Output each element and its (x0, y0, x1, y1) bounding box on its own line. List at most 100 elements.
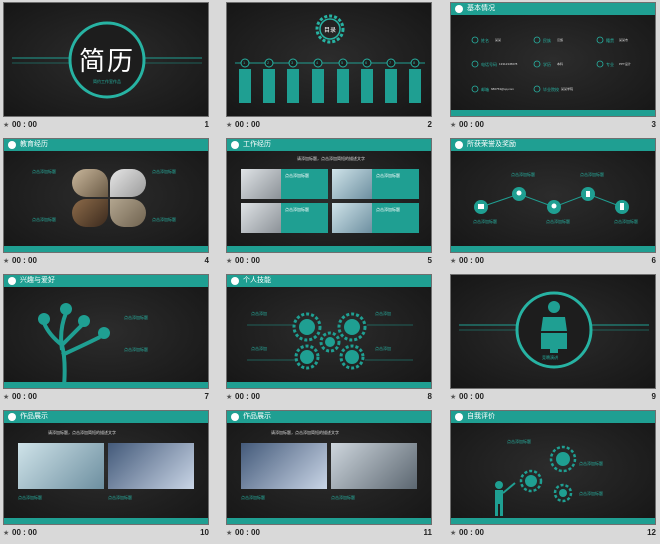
slide-timing: 00 : 00 (459, 392, 484, 401)
skill-gears (247, 312, 413, 370)
card-title: 点击添加标题 (32, 217, 56, 222)
slide-subtitle: 简约工作室作品 (93, 79, 121, 84)
self-eval-graphic (495, 445, 577, 516)
slide-timing: 00 : 00 (12, 256, 37, 265)
slide-thumbnail-9[interactable]: 竞聘演讲 ★ 00 : 00 9 (450, 274, 660, 408)
slide-thumbnail-5[interactable]: 工作经历 请添加标题，点击添加简短的描述文字 点击添加标题 点击添加标题 点击添… (226, 138, 436, 272)
slide-canvas: 作品展示 请添加标题，点击添加简短的描述文字 点击添加标题 点击添加标题 (226, 410, 432, 525)
slide-thumbnail-7[interactable]: 兴趣与爱好 点击添加标题 点击添加标题 ★ 00 : 00 7 (3, 274, 213, 408)
photo-work-3 (241, 443, 327, 489)
header-icon (231, 141, 239, 149)
slide-thumbnail-3[interactable]: 基本情况 姓名 某某 民族 汉族 籍贯 某某市 电话号码 13312345678… (450, 2, 660, 136)
photo-work-4 (331, 443, 417, 489)
slide-timing: 00 : 00 (12, 392, 37, 401)
slide-number: 3 (651, 120, 656, 129)
slide-timing: 00 : 00 (12, 528, 37, 537)
bottom-bar (4, 518, 208, 524)
bottom-bar (451, 518, 655, 524)
slide-footer: ★ 00 : 00 7 (3, 391, 213, 405)
slide-title: 简历 (78, 47, 135, 77)
slide-number: 8 (427, 392, 432, 401)
slide-canvas: 竞聘演讲 (450, 274, 656, 389)
transition-star-icon[interactable]: ★ (226, 121, 232, 129)
slide-thumbnail-8[interactable]: 个人技能 点击添加 点击添加 点击添加 点击添加 ★ 00 : 00 8 (226, 274, 436, 408)
speech-graphic (459, 291, 649, 369)
slide-header: 作品展示 (4, 411, 208, 423)
bottom-bar (451, 110, 655, 116)
transition-star-icon[interactable]: ★ (226, 393, 232, 401)
photo-group (332, 203, 372, 233)
slide-thumbnail-6[interactable]: 所获荣誉及奖励 点击添加标题 点击添加标题 点击添加标题 点击添加标题 点击添加… (450, 138, 660, 272)
slide-footer: ★ 00 : 00 5 (226, 255, 436, 269)
photo-handshake (332, 169, 372, 199)
slide-canvas: 作品展示 请添加标题，点击添加简短的描述文字 点击添加标题 点击添加标题 (3, 410, 209, 525)
slide-thumbnail-4[interactable]: 教育经历 点击添加标题 点击添加标题 点击添加标题 点击添加标题 ★ 00 : … (3, 138, 213, 272)
transition-star-icon[interactable]: ★ (3, 393, 9, 401)
intro-text: 请添加标题，点击添加简短的描述文字 (297, 156, 365, 161)
transition-star-icon[interactable]: ★ (450, 529, 456, 537)
slide-thumbnail-2[interactable]: 目录 1 2 3 4 5 6 7 8 ★ 00 : 00 2 (226, 2, 436, 136)
transition-star-icon[interactable]: ★ (3, 257, 9, 265)
slide-thumbnail-12[interactable]: 自我评价 点击添加标题 点击添加标题 点击添加标题 ★ 00 : 00 12 (450, 410, 660, 544)
header-icon (8, 141, 16, 149)
slide-footer: ★ 00 : 00 6 (450, 255, 660, 269)
agenda-title: 目录 (323, 28, 336, 34)
transition-star-icon[interactable]: ★ (450, 393, 456, 401)
slide-number: 9 (651, 392, 656, 401)
bottom-bar (227, 518, 431, 524)
slide-footer: ★ 00 : 00 2 (226, 119, 436, 133)
info-fields: 姓名 某某 民族 汉族 籍贯 某某市 电话号码 13312345678 学历 本… (481, 38, 631, 92)
slide-caption: 竞聘演讲 (542, 355, 558, 360)
card-title: 点击添加标题 (32, 169, 56, 174)
slide-footer: ★ 00 : 00 4 (3, 255, 213, 269)
slide-thumbnail-11[interactable]: 作品展示 请添加标题，点击添加简短的描述文字 点击添加标题 点击添加标题 ★ 0… (226, 410, 436, 544)
bottom-bar (451, 246, 655, 252)
awards-timeline (474, 187, 629, 214)
bottom-bar (227, 246, 431, 252)
slide-number: 7 (204, 392, 209, 401)
slide-timing: 00 : 00 (459, 256, 484, 265)
transition-star-icon[interactable]: ★ (3, 529, 9, 537)
slide-number: 12 (647, 528, 656, 537)
slide-number: 5 (427, 256, 432, 265)
header-icon (231, 413, 239, 421)
intro-text: 请添加标题，点击添加简短的描述文字 (271, 430, 339, 435)
bottom-bar (227, 382, 431, 388)
agenda-graphic (235, 14, 425, 103)
slide-number: 11 (423, 528, 432, 537)
transition-star-icon[interactable]: ★ (3, 121, 9, 129)
slide-canvas: 自我评价 点击添加标题 点击添加标题 点击添加标题 (450, 410, 656, 525)
header-icon (8, 413, 16, 421)
slide-header: 教育经历 (4, 139, 208, 151)
hobby-tree (38, 303, 110, 388)
transition-star-icon[interactable]: ★ (450, 257, 456, 265)
bottom-bar (4, 246, 208, 252)
transition-star-icon[interactable]: ★ (450, 121, 456, 129)
slide-canvas: 目录 1 2 3 4 5 6 7 8 (226, 2, 432, 117)
photo-work-1 (18, 443, 104, 489)
photo-books (72, 169, 108, 197)
slide-canvas: 所获荣誉及奖励 点击添加标题 点击添加标题 点击添加标题 点击添加标题 点击添加… (450, 138, 656, 253)
slide-header: 作品展示 (227, 411, 431, 423)
slide-canvas: 工作经历 请添加标题，点击添加简短的描述文字 点击添加标题 点击添加标题 点击添… (226, 138, 432, 253)
slide-timing: 00 : 00 (235, 528, 260, 537)
slide-number: 6 (651, 256, 656, 265)
slide-thumbnail-1[interactable]: 简历 简约工作室作品 ★ 00 : 00 1 (3, 2, 213, 136)
slide-canvas: 个人技能 点击添加 点击添加 点击添加 点击添加 (226, 274, 432, 389)
slide-number: 1 (204, 120, 209, 129)
slide-footer: ★ 00 : 00 8 (226, 391, 436, 405)
photo-stack (110, 199, 146, 227)
slide-footer: ★ 00 : 00 9 (450, 391, 660, 405)
transition-star-icon[interactable]: ★ (226, 529, 232, 537)
slide-canvas: 教育经历 点击添加标题 点击添加标题 点击添加标题 点击添加标题 (3, 138, 209, 253)
slide-timing: 00 : 00 (459, 120, 484, 129)
slide-header: 工作经历 (227, 139, 431, 151)
slide-canvas: 简历 简约工作室作品 (3, 2, 209, 117)
transition-star-icon[interactable]: ★ (226, 257, 232, 265)
slide-footer: ★ 00 : 00 1 (3, 119, 213, 133)
slide-footer: ★ 00 : 00 10 (3, 527, 213, 541)
slide-thumbnail-10[interactable]: 作品展示 请添加标题，点击添加简短的描述文字 点击添加标题 点击添加标题 ★ 0… (3, 410, 213, 544)
slide-timing: 00 : 00 (235, 120, 260, 129)
slide-canvas: 基本情况 姓名 某某 民族 汉族 籍贯 某某市 电话号码 13312345678… (450, 2, 656, 117)
slide-number: 4 (204, 256, 209, 265)
